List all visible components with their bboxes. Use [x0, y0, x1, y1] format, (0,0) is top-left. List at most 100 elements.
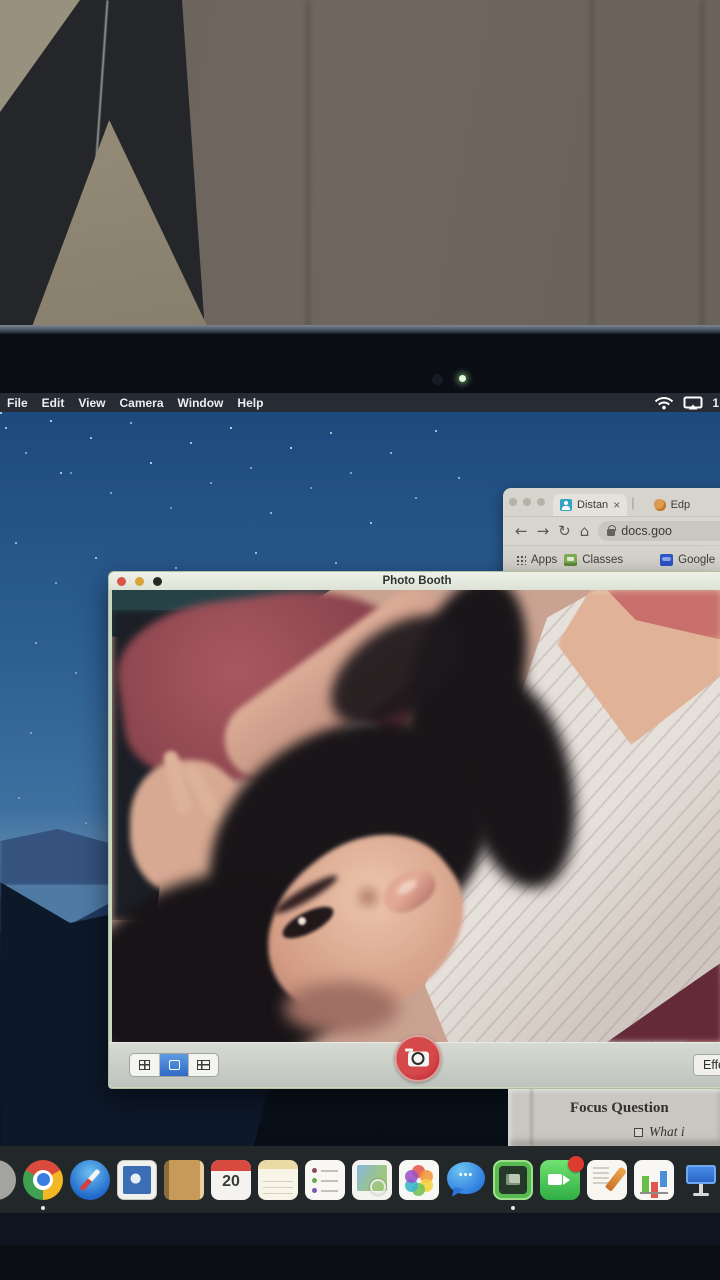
dock-icon-keynote[interactable]	[681, 1160, 720, 1200]
chrome-window: Distan × | Edp ← → ↻ ⌂ docs.goo	[503, 488, 720, 583]
dock-icon-numbers[interactable]	[634, 1160, 674, 1200]
wall-seam	[306, 0, 310, 332]
wall-seam	[590, 0, 594, 332]
laptop-lid-edge	[0, 325, 720, 334]
calendar-day: 20	[211, 1173, 251, 1191]
photo-booth-toolbar: Effe	[109, 1042, 720, 1087]
dock-icon-chrome[interactable]	[23, 1160, 63, 1200]
menu-edit[interactable]: Edit	[35, 396, 72, 410]
notification-badge	[568, 1156, 584, 1172]
ellipsis-glyph: •••	[446, 1169, 486, 1181]
home-icon[interactable]: ⌂	[580, 524, 590, 539]
filmstrip-icon	[197, 1060, 210, 1070]
lock-icon	[607, 529, 615, 536]
traffic-light[interactable]	[509, 498, 517, 506]
reload-icon[interactable]: ↻	[558, 524, 571, 539]
running-indicator	[41, 1206, 45, 1210]
filmstrip-view-button[interactable]	[188, 1054, 218, 1076]
tab-title: Edp	[671, 499, 691, 511]
bookmark-label: Classes	[582, 554, 623, 566]
bookmarks-bar: Apps Classes Google	[503, 546, 720, 573]
keynote-board	[686, 1165, 716, 1184]
zoom-button[interactable]	[153, 577, 162, 586]
address-bar[interactable]: docs.goo	[598, 521, 720, 541]
tab-strip: Distan × | Edp	[503, 488, 720, 516]
tab-distance-learning[interactable]: Distan ×	[553, 494, 627, 516]
four-up-icon	[139, 1060, 150, 1070]
video-camera-icon	[548, 1174, 562, 1185]
keynote-base	[693, 1193, 709, 1196]
dock-icon-calendar[interactable]: 20	[211, 1160, 251, 1200]
dock-icon-messages[interactable]: •••	[446, 1160, 486, 1200]
dock-icon-notes[interactable]	[258, 1160, 298, 1200]
wifi-icon[interactable]	[654, 396, 674, 410]
status-indicator-text: 1	[712, 396, 719, 410]
dock-icon-facetime[interactable]	[540, 1160, 580, 1200]
webcam-lens	[432, 374, 443, 385]
apps-grid-icon	[516, 555, 526, 565]
dock-icon-pages[interactable]	[587, 1160, 627, 1200]
traffic-light[interactable]	[537, 498, 545, 506]
dock-icon-photos[interactable]	[399, 1160, 439, 1200]
single-view-button[interactable]	[159, 1054, 189, 1076]
keynote-stem	[699, 1184, 703, 1193]
dock-icon-mail[interactable]	[117, 1160, 157, 1200]
menu-file[interactable]: File	[0, 396, 35, 410]
single-view-icon	[169, 1060, 180, 1070]
display-mirroring-icon[interactable]	[683, 396, 703, 410]
macos-screen: File Edit View Camera Window Help 1	[0, 393, 720, 1245]
checkbox-icon[interactable]	[634, 1128, 643, 1137]
menu-window[interactable]: Window	[171, 396, 231, 410]
tab-separator: |	[631, 495, 634, 510]
tab-close-icon[interactable]: ×	[613, 498, 620, 512]
four-up-view-button[interactable]	[130, 1054, 159, 1076]
camera-icon	[408, 1051, 429, 1066]
photo-booth-window: Photo Booth	[108, 571, 720, 1089]
dock-icon-safari[interactable]	[70, 1160, 110, 1200]
photo-booth-titlebar[interactable]: Photo Booth	[109, 572, 720, 590]
menu-camera[interactable]: Camera	[112, 396, 170, 410]
person-favicon-icon	[560, 499, 572, 511]
minimize-button[interactable]	[135, 577, 144, 586]
traffic-light[interactable]	[523, 498, 531, 506]
bookmark-apps[interactable]: Apps	[516, 554, 557, 566]
dock: 20 •••	[0, 1146, 720, 1213]
webcam-active-led	[459, 375, 466, 382]
stars	[0, 412, 2, 414]
camera-preview	[112, 590, 720, 1042]
dock-icon-contacts[interactable]	[164, 1160, 204, 1200]
effects-button[interactable]: Effe	[693, 1054, 720, 1076]
document-item-text: What i	[649, 1124, 685, 1140]
dock-icon-preview[interactable]	[352, 1160, 392, 1200]
running-indicator	[511, 1206, 515, 1210]
document-heading: Focus Question	[570, 1100, 669, 1117]
forward-icon[interactable]: →	[537, 524, 550, 539]
document-peek[interactable]: Focus Question What i	[508, 1089, 720, 1146]
window-title: Photo Booth	[109, 575, 720, 587]
wall-background	[0, 0, 720, 332]
bookmark-classes[interactable]: Classes	[564, 554, 623, 566]
page-edge	[530, 1089, 533, 1146]
menu-help[interactable]: Help	[230, 396, 270, 410]
menu-view[interactable]: View	[71, 396, 112, 410]
bookmark-google[interactable]: Google	[660, 554, 715, 566]
browser-toolbar: ← → ↻ ⌂ docs.goo	[503, 516, 720, 546]
dock-icon-partial[interactable]	[0, 1160, 16, 1200]
dock-icon-reminders[interactable]	[305, 1160, 345, 1200]
bookmark-label: Google	[678, 554, 715, 566]
document-list-item: What i	[634, 1124, 685, 1140]
photo-wash	[112, 590, 720, 1042]
screen-bezel	[0, 334, 720, 393]
take-photo-button[interactable]	[395, 1035, 442, 1082]
bookmark-label: Apps	[531, 554, 557, 566]
view-mode-switcher	[129, 1053, 219, 1077]
tab-title: Distan	[577, 499, 608, 511]
tab-edpuzzle[interactable]: Edp	[647, 494, 698, 516]
menu-bar: File Edit View Camera Window Help 1	[0, 393, 720, 412]
back-icon[interactable]: ←	[515, 524, 528, 539]
classes-folder-icon	[564, 554, 577, 566]
edpuzzle-favicon-icon	[654, 499, 666, 511]
close-button[interactable]	[117, 577, 126, 586]
dock-icon-photo-booth[interactable]	[493, 1160, 533, 1200]
google-classroom-icon	[660, 554, 673, 566]
